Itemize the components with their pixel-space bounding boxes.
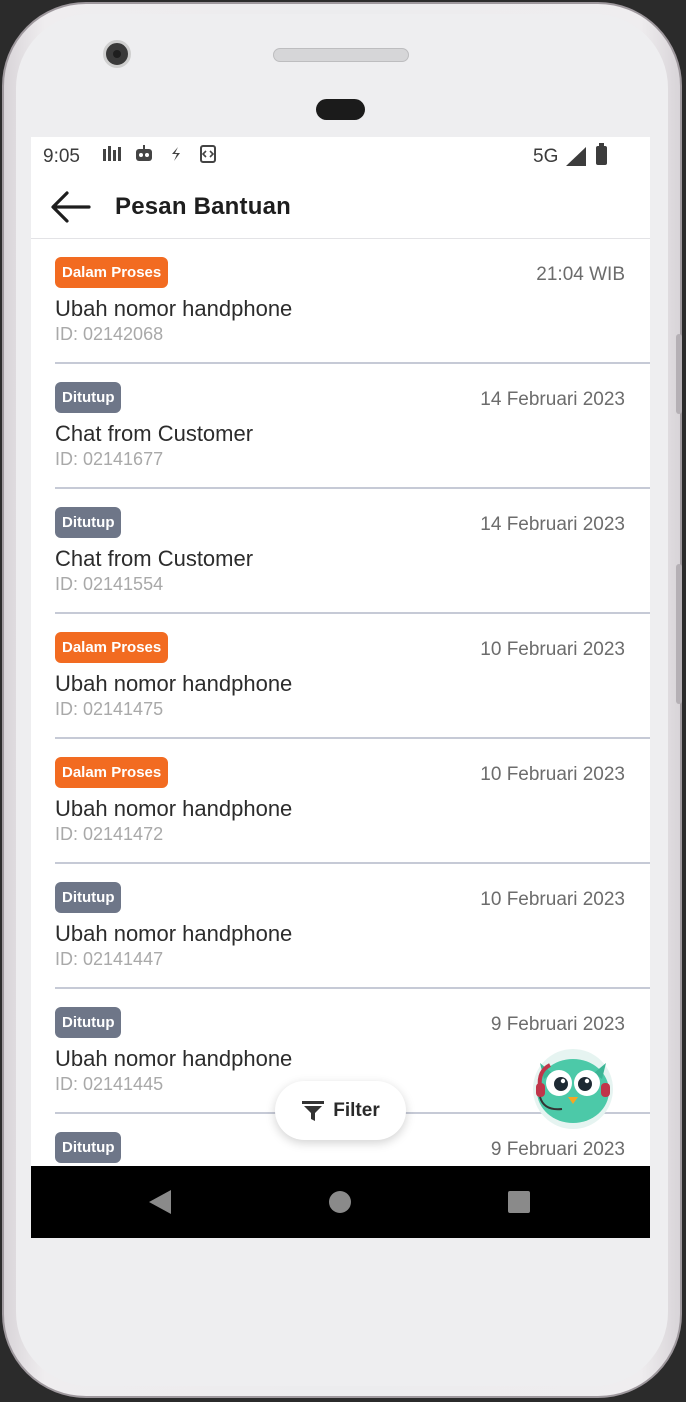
ticket-date: 14 Februari 2023 xyxy=(480,389,625,410)
app-bar: Pesan Bantuan xyxy=(31,175,650,239)
ticket-id: ID: 02142068 xyxy=(55,324,164,344)
ticket-date: 21:04 WIB xyxy=(536,264,625,285)
arrow-left-icon xyxy=(51,191,91,223)
ticket-date: 10 Februari 2023 xyxy=(480,889,625,910)
status-time: 9:05 xyxy=(43,146,80,167)
ticket-id: ID: 02141554 xyxy=(55,574,164,594)
ticket-date: 10 Februari 2023 xyxy=(480,639,625,660)
status-bar: 9:05 5G xyxy=(31,137,650,175)
screen: 9:05 5G Pesan Bantuan Dalam Proses 21:04… xyxy=(31,137,650,1238)
ticket-id: ID: 02141472 xyxy=(55,824,164,844)
ticket-subject: Chat from Customer xyxy=(55,546,254,571)
ticket-row[interactable]: Ditutup 14 Februari 2023 Chat from Custo… xyxy=(55,364,650,489)
power-button xyxy=(676,564,682,704)
ticket-date: 14 Februari 2023 xyxy=(480,514,625,535)
nav-recents-icon[interactable] xyxy=(508,1191,530,1213)
notification-icons xyxy=(101,145,219,165)
ticket-id: ID: 02141475 xyxy=(55,699,164,719)
network-type: 5G xyxy=(533,146,559,167)
ticket-row[interactable]: Dalam Proses 21:04 WIB Ubah nomor handph… xyxy=(55,239,650,364)
cell-signal-icon xyxy=(566,147,586,166)
status-badge: Ditutup xyxy=(55,1132,122,1163)
ticket-id: ID: 02141445 xyxy=(55,1074,164,1094)
ticket-subject: Ubah nomor handphone xyxy=(55,671,293,696)
status-badge: Dalam Proses xyxy=(55,257,169,288)
status-badge: Ditutup xyxy=(55,882,122,913)
status-badge: Dalam Proses xyxy=(55,757,169,788)
ticket-row[interactable]: Dalam Proses 10 Februari 2023 Ubah nomor… xyxy=(55,614,650,739)
ticket-id: ID: 02141677 xyxy=(55,449,164,469)
status-badge: Ditutup xyxy=(55,382,122,413)
ticket-subject: Ubah nomor handphone xyxy=(55,1046,293,1071)
filter-icon xyxy=(302,1100,325,1121)
ticket-row[interactable]: Ditutup 14 Februari 2023 Chat from Custo… xyxy=(55,489,650,614)
ticket-date: 9 Februari 2023 xyxy=(490,1014,625,1035)
proximity-sensor xyxy=(316,99,365,120)
robot-icon xyxy=(133,145,155,165)
ticket-row[interactable]: Dalam Proses 10 Februari 2023 Ubah nomor… xyxy=(55,739,650,864)
front-camera xyxy=(103,40,131,68)
code-icon xyxy=(197,145,219,165)
back-button[interactable] xyxy=(49,189,97,225)
ticket-subject: Ubah nomor handphone xyxy=(55,921,293,946)
owl-mascot-icon[interactable] xyxy=(528,1043,618,1129)
ticket-date: 9 Februari 2023 xyxy=(490,1139,625,1160)
sync-icon xyxy=(165,145,187,165)
filter-button[interactable]: Filter xyxy=(275,1081,406,1140)
ticket-id: ID: 02141447 xyxy=(55,949,164,969)
volume-button xyxy=(676,334,682,414)
ticket-subject: Ubah nomor handphone xyxy=(55,796,293,821)
battery-icon xyxy=(596,143,607,165)
nav-home-icon[interactable] xyxy=(329,1191,351,1213)
ticket-subject: Chat from Customer xyxy=(55,421,254,446)
earpiece-speaker xyxy=(273,48,409,62)
system-nav-bar xyxy=(31,1166,650,1238)
ticket-row[interactable]: Ditutup 10 Februari 2023 Ubah nomor hand… xyxy=(55,864,650,989)
ticket-subject: Ubah nomor handphone xyxy=(55,296,293,321)
status-badge: Dalam Proses xyxy=(55,632,169,663)
page-title: Pesan Bantuan xyxy=(115,193,291,220)
signal-bars-icon xyxy=(101,145,123,165)
nav-back-icon[interactable] xyxy=(149,1190,171,1214)
filter-label: Filter xyxy=(333,1099,380,1121)
ticket-date: 10 Februari 2023 xyxy=(480,764,625,785)
status-badge: Ditutup xyxy=(55,507,122,538)
status-badge: Ditutup xyxy=(55,1007,122,1038)
